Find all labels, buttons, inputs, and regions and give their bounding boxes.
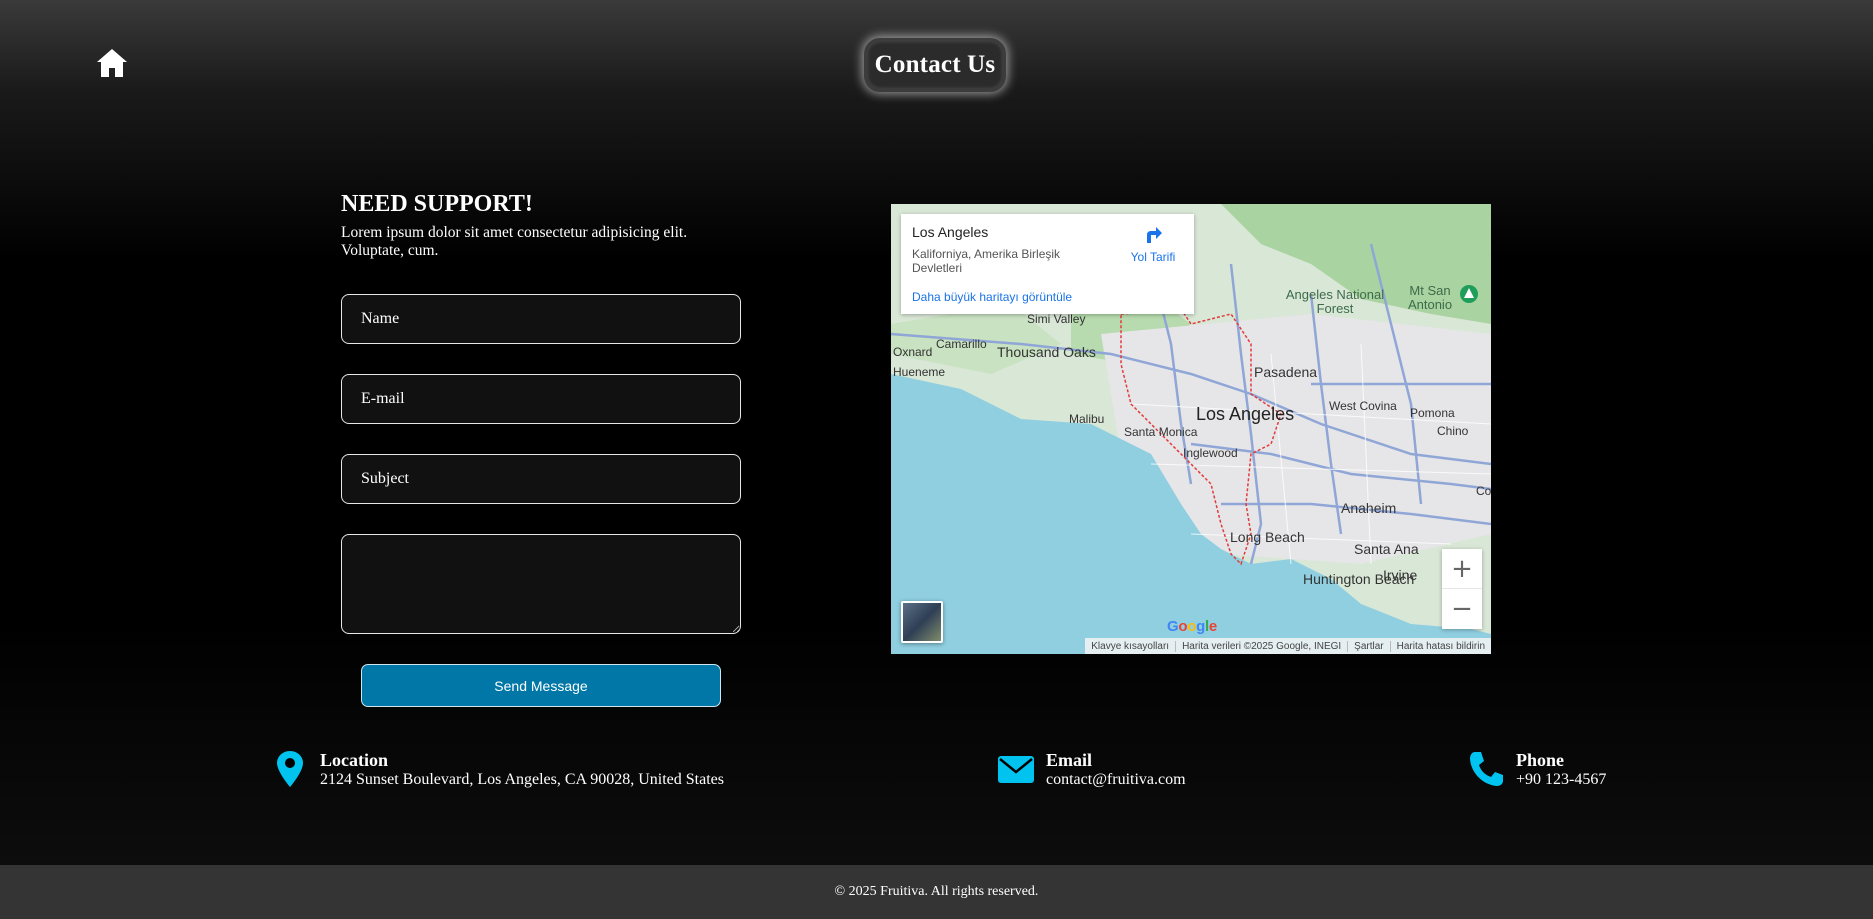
message-textarea[interactable] bbox=[341, 534, 741, 634]
map-layer-toggle[interactable] bbox=[901, 601, 943, 643]
map-label-angeles-forest: Angeles National Forest bbox=[1285, 287, 1385, 316]
keyboard-shortcuts-link[interactable]: Klavye kısayolları bbox=[1085, 641, 1175, 652]
zoom-out-button[interactable]: − bbox=[1442, 589, 1482, 629]
terms-link[interactable]: Şartlar bbox=[1347, 640, 1389, 652]
map-place-name: Los Angeles bbox=[912, 224, 989, 240]
name-input[interactable] bbox=[341, 294, 741, 344]
google-logo: Google bbox=[1167, 618, 1217, 635]
email-label: Email bbox=[1046, 750, 1093, 770]
map-label-santa-monica: Santa Monica bbox=[1124, 425, 1198, 439]
page-title-pill: Contact Us bbox=[864, 38, 1006, 92]
phone-value[interactable]: +90 123-4567 bbox=[1516, 770, 1606, 790]
map-label-co: Co bbox=[1476, 484, 1491, 498]
map-data-credit: Harita verileri ©2025 Google, INEGI bbox=[1175, 640, 1347, 652]
map-label-huntington-beach: Huntington Beach bbox=[1303, 571, 1415, 587]
larger-map-link[interactable]: Daha büyük haritayı görüntüle bbox=[912, 290, 1072, 304]
email-input[interactable] bbox=[341, 374, 741, 424]
directions-icon bbox=[1147, 227, 1162, 243]
support-description: Lorem ipsum dolor sit amet consectetur a… bbox=[341, 224, 688, 259]
home-icon[interactable] bbox=[96, 48, 128, 78]
map-label-hueneme: Hueneme bbox=[893, 365, 946, 379]
page-title: Contact Us bbox=[874, 51, 996, 78]
location-label: Location bbox=[320, 750, 389, 770]
map-label-anaheim: Anaheim bbox=[1341, 500, 1397, 516]
map-label-simi-valley: Simi Valley bbox=[1027, 312, 1086, 326]
map-label-oxnard: Oxnard bbox=[893, 345, 933, 359]
map-label-inglewood: Inglewood bbox=[1183, 446, 1238, 460]
map-label-malibu: Malibu bbox=[1069, 412, 1105, 426]
google-map[interactable]: Los Angeles Thousand Oaks Simi Valley Ca… bbox=[891, 204, 1491, 654]
map-label-chino: Chino bbox=[1437, 424, 1469, 438]
location-value: 2124 Sunset Boulevard, Los Angeles, CA 9… bbox=[320, 771, 724, 788]
map-label-thousand-oaks: Thousand Oaks bbox=[997, 344, 1096, 360]
map-place-region: Kaliforniya, Amerika Birleşik Devletleri bbox=[912, 247, 1061, 275]
directions-label: Yol Tarifi bbox=[1130, 250, 1176, 264]
contact-email: Email contact@fruitiva.com bbox=[998, 750, 1186, 790]
map-label-pasadena: Pasadena bbox=[1254, 364, 1318, 380]
map-place-card: Los Angeles Kaliforniya, Amerika Birleşi… bbox=[901, 214, 1194, 314]
footer: © 2025 Fruitiva. All rights reserved. bbox=[0, 865, 1873, 919]
map-label-mt-san-antonio: Mt San Antonio bbox=[1407, 283, 1453, 312]
map-label-west-covina: West Covina bbox=[1329, 399, 1397, 413]
park-marker-icon[interactable] bbox=[1459, 284, 1479, 304]
subject-input[interactable] bbox=[341, 454, 741, 504]
footer-copyright: © 2025 Fruitiva. All rights reserved. bbox=[834, 884, 1039, 899]
map-pin-icon bbox=[277, 751, 303, 787]
zoom-in-button[interactable]: + bbox=[1442, 549, 1482, 589]
contact-phone: Phone +90 123-4567 bbox=[1468, 750, 1606, 790]
support-heading: NEED SUPPORT! bbox=[341, 191, 533, 217]
map-attribution: Klavye kısayolları Harita verileri ©2025… bbox=[1085, 638, 1491, 654]
map-label-pomona: Pomona bbox=[1410, 406, 1455, 420]
contact-location: Location 2124 Sunset Boulevard, Los Ange… bbox=[272, 750, 724, 790]
zoom-controls: + − bbox=[1442, 549, 1482, 629]
send-message-button[interactable]: Send Message bbox=[361, 664, 721, 707]
phone-icon bbox=[1470, 752, 1503, 786]
map-label-camarillo: Camarillo bbox=[936, 337, 987, 351]
map-label-los-angeles: Los Angeles bbox=[1196, 404, 1295, 424]
map-label-long-beach: Long Beach bbox=[1230, 529, 1305, 545]
report-error-link[interactable]: Harita hatası bildirin bbox=[1389, 640, 1491, 652]
directions-button[interactable]: Yol Tarifi bbox=[1123, 224, 1183, 264]
email-value[interactable]: contact@fruitiva.com bbox=[1046, 770, 1186, 790]
phone-label: Phone bbox=[1516, 750, 1565, 770]
envelope-icon bbox=[998, 756, 1034, 783]
map-label-santa-ana: Santa Ana bbox=[1354, 541, 1419, 557]
support-section: NEED SUPPORT! Lorem ipsum dolor sit amet… bbox=[341, 189, 751, 260]
